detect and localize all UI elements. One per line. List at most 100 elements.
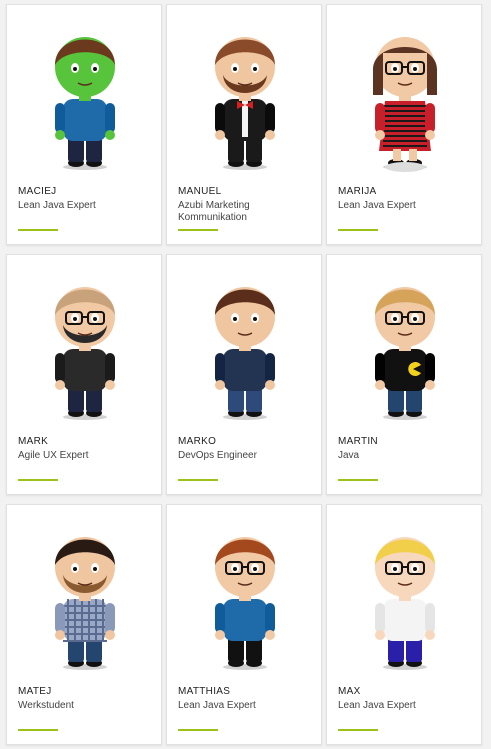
right-arm [265,603,275,633]
right-arm [105,103,115,133]
right-hand [265,380,275,390]
member-role: Werkstudent [18,700,74,711]
left-arm [215,603,225,633]
right-pupil [253,317,257,321]
member-name: MATEJ [18,686,52,697]
team-card-mark[interactable]: MARK Agile UX Expert [6,254,162,495]
torso [223,349,267,391]
avatar [55,287,115,420]
left-hand [375,130,385,140]
left-arm [375,103,385,133]
member-name: MARIJA [338,186,377,197]
member-role: Lean Java Expert [338,700,416,711]
avatar [372,37,438,172]
left-hand [375,380,385,390]
team-card-martin[interactable]: MARTIN Java [326,254,482,495]
right-hand [425,380,435,390]
plaid-h [63,626,107,628]
left-pupil [233,317,237,321]
left-pupil [73,317,77,321]
plaid-h [63,633,107,635]
right-arm [425,353,435,383]
stripe [383,140,427,142]
left-arm [55,603,65,633]
left-pupil [233,67,237,71]
right-pupil [413,317,417,321]
right-pupil [253,67,257,71]
accent-underline [178,729,218,731]
team-card-maciej[interactable]: MACIEJ Lean Java Expert [6,4,162,245]
team-card-marija[interactable]: MARIJA Lean Java Expert [326,4,482,245]
right-arm [265,353,275,383]
left-hand [375,630,385,640]
team-card-matej[interactable]: MATEJ Werkstudent [6,504,162,745]
left-pupil [73,567,77,571]
right-hand [425,630,435,640]
right-leg [409,149,417,161]
left-hand [215,380,225,390]
right-hand [105,380,115,390]
torso [223,599,267,641]
accent-underline [178,479,218,481]
right-hand [425,130,435,140]
left-leg [393,149,401,161]
plaid-h [63,619,107,621]
member-role: DevOps Engineer [178,450,257,461]
member-name: MARK [18,436,49,447]
avatar [375,537,435,670]
right-hand [105,630,115,640]
member-name: MACIEJ [18,186,57,197]
avatar [55,37,115,170]
right-pupil [253,567,257,571]
torso [63,349,107,391]
left-pupil [393,317,397,321]
member-role: Lean Java Expert [338,200,416,211]
right-pupil [93,317,97,321]
member-name: MAX [338,686,361,697]
right-pupil [413,67,417,71]
member-role: Java [338,450,360,461]
right-pupil [413,567,417,571]
accent-underline [178,229,218,231]
team-grid: MACIEJ Lean Java Expert MANUEL Azubi Mar… [6,4,482,745]
member-role: Agile UX Expert [18,450,89,461]
plaid-h [63,605,107,607]
right-hand [265,630,275,640]
team-card-manuel[interactable]: MANUEL Azubi Marketing Kommunikation [166,4,322,245]
left-pupil [73,67,77,71]
right-pupil [93,567,97,571]
left-pupil [393,67,397,71]
stripe [383,125,427,127]
stripe [383,105,427,107]
torso [63,99,107,141]
right-arm [105,353,115,383]
left-hand [55,130,65,140]
left-hand [215,630,225,640]
stripe [383,130,427,132]
stripe [383,135,427,137]
left-arm [375,353,385,383]
left-arm [375,603,385,633]
avatar [215,287,275,420]
team-card-matthias[interactable]: MATTHIAS Lean Java Expert [166,504,322,745]
member-name: MARKO [178,436,217,447]
right-hand [105,130,115,140]
member-role: Azubi Marketing Kommunikation [178,200,250,223]
accent-underline [338,229,378,231]
member-role: Lean Java Expert [178,700,256,711]
left-arm [55,353,65,383]
left-arm [215,353,225,383]
left-pupil [393,567,397,571]
left-hand [55,380,65,390]
stripe [383,145,427,147]
stripe [383,110,427,112]
accent-underline [18,729,58,731]
member-name: MATTHIAS [178,686,231,697]
left-arm [55,103,65,133]
stripe [383,120,427,122]
right-arm [105,603,115,633]
stripe [383,115,427,117]
team-card-max[interactable]: MAX Lean Java Expert [326,504,482,745]
stand [385,162,425,172]
team-card-marko[interactable]: MARKO DevOps Engineer [166,254,322,495]
